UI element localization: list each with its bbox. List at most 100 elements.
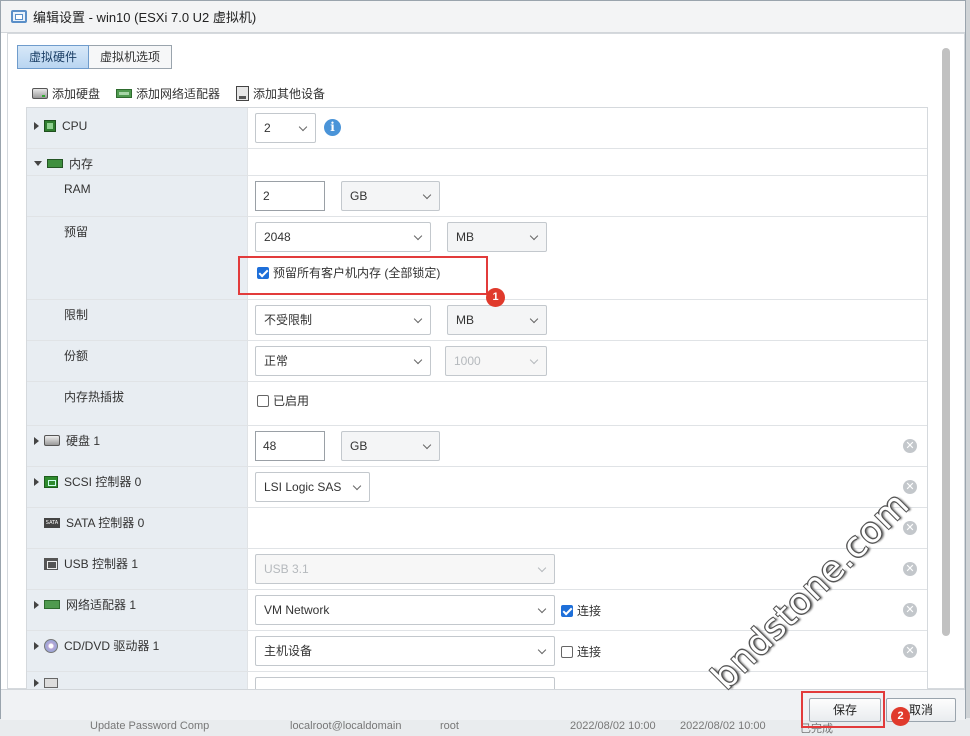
memory-expander[interactable]: 内存 (34, 155, 93, 172)
limit-value: 不受限制 (264, 313, 313, 327)
nic-connect-checkbox[interactable]: 连接 (561, 602, 601, 619)
ram-size-input[interactable]: 2 (255, 181, 325, 211)
dialog-content: 虚拟硬件 虚拟机选项 添加硬盘 添加网络适配器 添加其他设备 CPU 2 i 内… (7, 33, 965, 690)
highlight-reserve-all-memory (238, 256, 488, 295)
ram-label: RAM (64, 182, 91, 196)
remove-cdrom-icon[interactable]: ✕ (903, 644, 917, 658)
collapse-arrow-icon (34, 161, 42, 166)
next-device-expander[interactable] (34, 678, 64, 688)
sata-controller-label: SATA 控制器 0 (66, 516, 145, 530)
limit-unit-select[interactable]: MB (447, 305, 547, 335)
chevron-down-icon (537, 563, 547, 573)
tab-virtual-hardware[interactable]: 虚拟硬件 (17, 45, 90, 69)
limit-select[interactable]: 不受限制 (255, 305, 431, 335)
remove-usb-controller-icon[interactable]: ✕ (903, 562, 917, 576)
shares-label: 份额 (64, 349, 89, 363)
bg-task-name: Update Password Comp (90, 720, 210, 732)
add-hard-disk-button[interactable]: 添加硬盘 (32, 85, 100, 102)
network-adapter-label: 网络适配器 1 (66, 598, 137, 612)
ram-unit-value: GB (350, 189, 368, 203)
add-network-adapter-button[interactable]: 添加网络适配器 (116, 85, 220, 102)
network-adapter-icon (44, 600, 60, 609)
reservation-select[interactable]: 2048 (255, 222, 431, 252)
memory-hotplug-option-label: 已启用 (273, 394, 310, 408)
sata-controller-expander: SATA SATA 控制器 0 (34, 514, 144, 531)
hardware-grid: CPU 2 i 内存 RAM 2 GB 预留 2048 MB 预留所有客户机内存… (26, 107, 928, 690)
hard-disk-icon (32, 88, 48, 99)
network-adapter-expander[interactable]: 网络适配器 1 (34, 596, 136, 613)
shares-number-select: 1000 (445, 346, 547, 376)
limit-row: 限制 不受限制 MB (27, 300, 927, 341)
scsi-type-value: LSI Logic SAS (264, 480, 342, 494)
remove-sata-controller-icon[interactable]: ✕ (903, 521, 917, 535)
other-device-icon (236, 86, 250, 101)
tab-bar: 虚拟硬件 虚拟机选项 (17, 45, 173, 69)
reservation-unit-select[interactable]: MB (447, 222, 547, 252)
cpu-count-select[interactable]: 2 (255, 113, 316, 143)
expand-arrow-icon (34, 679, 39, 687)
cpu-icon (44, 120, 56, 132)
remove-scsi-controller-icon[interactable]: ✕ (903, 480, 917, 494)
cpu-expander[interactable]: CPU (34, 119, 87, 133)
expand-arrow-icon (34, 122, 39, 130)
network-value: VM Network (264, 603, 330, 617)
tab-vm-options[interactable]: 虚拟机选项 (89, 45, 173, 69)
chevron-down-icon (422, 440, 432, 450)
network-card-icon (116, 89, 133, 98)
add-other-device-label: 添加其他设备 (253, 87, 326, 101)
shares-value: 正常 (264, 354, 289, 368)
usb-controller-label: USB 控制器 1 (64, 557, 139, 571)
chevron-down-icon (529, 314, 539, 324)
hard-disk-expander[interactable]: 硬盘 1 (34, 432, 100, 449)
usb-controller-expander: USB 控制器 1 (34, 555, 138, 572)
cdrom-expander[interactable]: CD/DVD 驱动器 1 (34, 637, 159, 654)
checkbox-unchecked-icon (561, 645, 573, 658)
cpu-row: CPU 2 i (27, 108, 927, 149)
cdrom-row: CD/DVD 驱动器 1 主机设备 连接 ✕ (27, 631, 927, 672)
network-adapter-row: 网络适配器 1 VM Network 连接 ✕ (27, 590, 927, 631)
reservation-unit-value: MB (456, 230, 474, 244)
chevron-down-icon (413, 355, 423, 365)
remove-hard-disk-icon[interactable]: ✕ (903, 439, 917, 453)
annotation-badge-2: 2 (891, 707, 910, 726)
cd-dvd-icon (44, 638, 58, 653)
scsi-controller-expander[interactable]: SCSI 控制器 0 (34, 473, 141, 490)
usb-type-value: USB 3.1 (264, 562, 309, 576)
sata-controller-icon: SATA (44, 517, 60, 528)
add-other-device-button[interactable]: 添加其他设备 (236, 85, 325, 102)
cdrom-media-select[interactable]: 主机设备 (255, 636, 555, 666)
shares-select[interactable]: 正常 (255, 346, 431, 376)
hard-disk-size-input[interactable]: 48 (255, 431, 325, 461)
memory-row: 内存 (27, 149, 927, 176)
memory-hotplug-checkbox[interactable]: 已启用 (257, 392, 309, 409)
cdrom-connect-label: 连接 (577, 645, 602, 659)
reservation-label: 预留 (64, 225, 89, 239)
hard-disk-unit-value: GB (350, 439, 368, 453)
network-select[interactable]: VM Network (255, 595, 555, 625)
chevron-down-icon (529, 231, 539, 241)
cdrom-connect-checkbox[interactable]: 连接 (561, 643, 601, 660)
expand-arrow-icon (34, 641, 39, 650)
dialog-titlebar[interactable]: 编辑设置 - win10 (ESXi 7.0 U2 虚拟机) (1, 1, 965, 33)
remove-network-adapter-icon[interactable]: ✕ (903, 603, 917, 617)
cdrom-label: CD/DVD 驱动器 1 (64, 639, 160, 653)
shares-row: 份额 正常 1000 (27, 341, 927, 382)
scsi-controller-label: SCSI 控制器 0 (64, 475, 142, 489)
memory-hotplug-label: 内存热插拔 (64, 390, 125, 404)
vertical-scrollbar[interactable] (938, 34, 952, 688)
bg-task-target: root (440, 720, 459, 732)
hard-disk-unit-select[interactable]: GB (341, 431, 440, 461)
shares-number-value: 1000 (454, 354, 481, 368)
chevron-down-icon (413, 231, 423, 241)
info-icon[interactable]: i (324, 119, 341, 136)
ram-unit-select[interactable]: GB (341, 181, 440, 211)
add-hard-disk-label: 添加硬盘 (52, 87, 101, 101)
scsi-type-select[interactable]: LSI Logic SAS (255, 472, 370, 502)
cpu-count-value: 2 (264, 121, 271, 135)
vm-window-icon (11, 10, 27, 23)
bg-task-start: 2022/08/02 10:00 (570, 720, 656, 732)
scrollbar-thumb[interactable] (942, 48, 950, 636)
chevron-down-icon (352, 481, 362, 491)
scsi-controller-icon (44, 475, 58, 488)
chevron-down-icon (413, 314, 423, 324)
